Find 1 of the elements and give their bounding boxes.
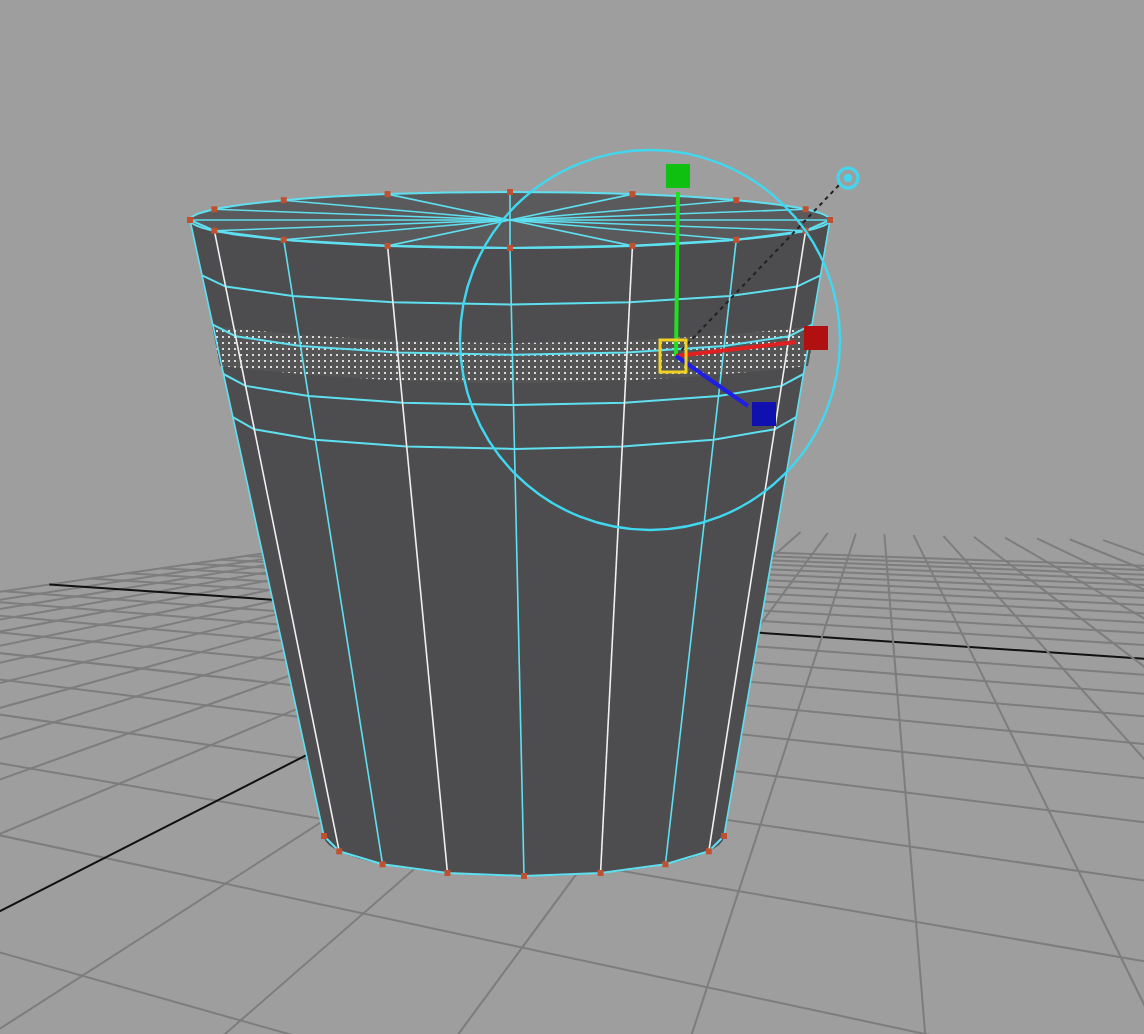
move-manipulator-drawing[interactable]	[458, 148, 860, 532]
